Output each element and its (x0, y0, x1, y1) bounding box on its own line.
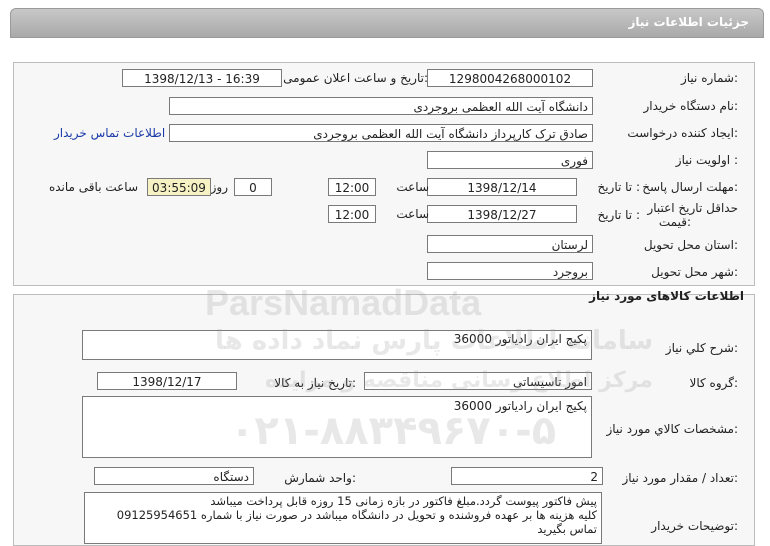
page-title: جزئیات اطلاعات نیاز (628, 15, 749, 29)
page-header: جزئیات اطلاعات نیاز (10, 8, 764, 38)
deadline-date-field: 1398/12/14 (427, 178, 577, 196)
buyer-org-label: نام دستگاه خریدار: (643, 99, 739, 113)
deadline-label: مهلت ارسال پاسخ: (642, 180, 738, 194)
city-label: شهر محل تحویل: (651, 265, 738, 279)
validity-label-line2: قیمت: (658, 215, 691, 229)
need-date-label: تاریخ نیاز به کالا: (274, 376, 356, 390)
validity-to-date-label: تا تاریخ : (597, 208, 640, 222)
remaining-label: ساعت باقی مانده (48, 180, 138, 194)
deadline-time-field: 12:00 (328, 178, 376, 196)
province-field: لرستان (427, 235, 593, 253)
need-number-label: شماره نیاز: (680, 71, 738, 85)
need-info-panel: شماره نیاز: 1298004268000102 تاریخ و ساع… (13, 62, 755, 286)
buyer-org-field: دانشگاه آیت الله العظمی بروجردی (169, 97, 593, 115)
remaining-time-field: 03:55:09 (147, 178, 211, 196)
validity-time-field: 12:00 (328, 205, 376, 223)
goods-info-panel: اطلاعات کالاهای مورد نیاز شرح کلي نياز: … (13, 289, 755, 546)
goods-group-field: امور تاسیساتی (364, 372, 592, 390)
deadline-to-date-label: تا تاریخ : (597, 180, 640, 194)
validity-label-line1: حداقل تاریخ اعتبار (647, 201, 738, 215)
summary-label: شرح کلي نياز: (665, 341, 738, 355)
qty-label: تعداد / مقدار مورد نیاز: (622, 471, 738, 485)
notes-line-1: پیش فاکتور پیوست گردد.مبلغ فاکتور در باز… (210, 494, 597, 508)
qty-field: 2 (451, 467, 603, 485)
need-date-field: 1398/12/17 (97, 372, 237, 390)
unit-field: دستگاه (94, 467, 254, 485)
validity-date-field: 1398/12/27 (427, 205, 577, 223)
unit-label: واحد شمارش: (284, 471, 356, 485)
deadline-time-label: ساعت (396, 180, 429, 194)
notes-line-3: تماس بگیرید (537, 522, 597, 536)
announce-field: 1398/12/13 - 16:39 (122, 69, 282, 87)
buyer-contact-link[interactable]: اطلاعات تماس خریدار (54, 126, 165, 140)
province-label: استان محل تحویل: (643, 238, 738, 252)
buyer-notes-field: پیش فاکتور پیوست گردد.مبلغ فاکتور در باز… (84, 492, 602, 544)
spec-field: پکیج ایران رادیاتور 36000 (82, 396, 592, 458)
summary-field: پکیج ایران رادیاتور 36000 (82, 330, 592, 360)
priority-field: فوری (427, 151, 593, 169)
priority-label: اولویت نیاز : (675, 153, 738, 167)
notes-line-2: کلیه هزینه ها بر عهده فروشنده و تحویل در… (116, 508, 597, 522)
notes-label: توضیحات خریدار: (651, 519, 738, 533)
days-remaining-field: 0 (234, 178, 272, 196)
spec-label: مشخصات کالاي مورد نياز: (606, 422, 738, 436)
goods-section-title: اطلاعات کالاهای مورد نیاز (589, 289, 744, 303)
announce-label: تاریخ و ساعت اعلان عمومی: (283, 71, 428, 85)
creator-field: صادق ترک کارپرداز دانشگاه آیت الله العظم… (169, 124, 593, 142)
creator-label: ایجاد کننده درخواست: (627, 126, 738, 140)
validity-time-label: ساعت (396, 207, 429, 221)
city-field: بروجرد (427, 262, 593, 280)
goods-group-label: گروه کالا: (689, 376, 739, 390)
need-number-field: 1298004268000102 (427, 69, 593, 87)
